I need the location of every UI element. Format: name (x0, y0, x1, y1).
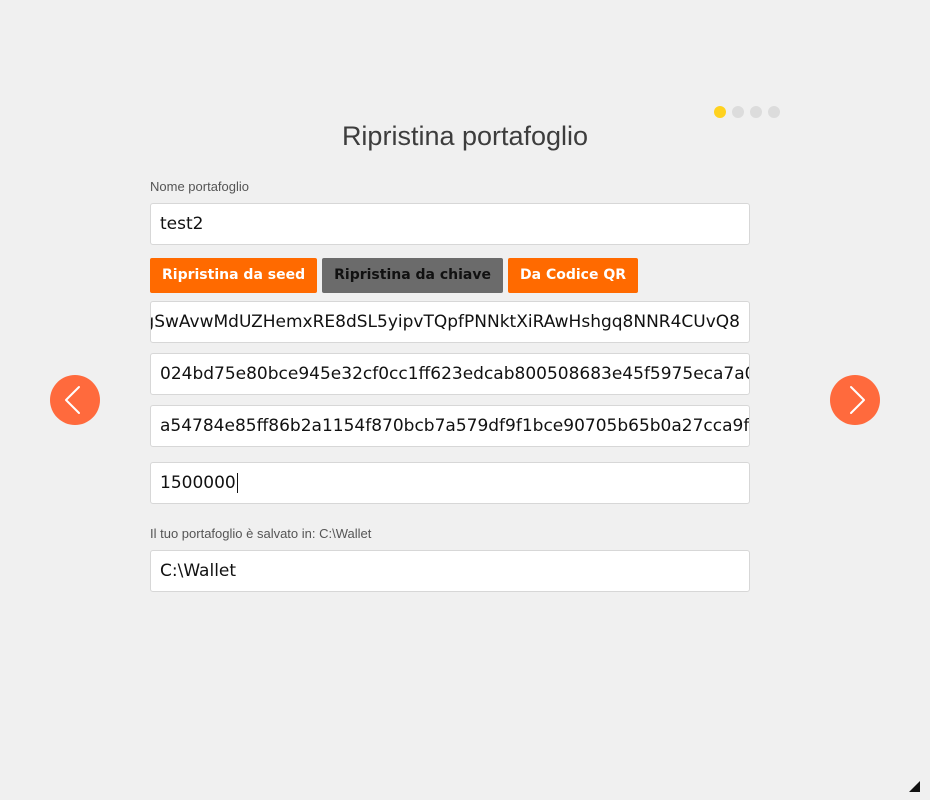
save-location-value: C:\Wallet (160, 561, 237, 581)
restore-height-value: 1500000 (160, 473, 236, 493)
restore-wallet-page: Ripristina portafoglio Nome portafoglio … (0, 0, 930, 800)
restore-from-qr-button[interactable]: Da Codice QR (508, 258, 639, 293)
save-location-label: Il tuo portafoglio è salvato in: C:\Wall… (150, 526, 372, 541)
page-title: Ripristina portafoglio (341, 121, 589, 151)
wallet-name-label: Nome portafoglio (150, 179, 249, 194)
next-page-button[interactable] (830, 375, 880, 425)
address-input[interactable]: 3gSwAvwMdUZHemxRE8dSL5yipvTQpfPNNktXiRAw… (150, 301, 750, 343)
step-dot-1 (714, 106, 726, 118)
prev-page-button[interactable] (50, 375, 100, 425)
text-caret (236, 473, 238, 493)
step-dot-4 (768, 106, 780, 118)
step-indicator (714, 106, 780, 118)
spend-key-value: a54784e85ff86b2a1154f870bcb7a579df9f1bce… (160, 416, 750, 436)
chevron-left-icon (65, 386, 80, 414)
save-location-input[interactable]: C:\Wallet (150, 550, 750, 592)
step-dot-3 (750, 106, 762, 118)
restore-height-input[interactable]: 1500000 (150, 462, 750, 504)
restore-from-key-button[interactable]: Ripristina da chiave (322, 258, 504, 293)
view-key-value: 024bd75e80bce945e32cf0cc1ff623edcab80050… (160, 364, 750, 384)
chevron-right-icon (850, 386, 865, 414)
spend-key-input[interactable]: a54784e85ff86b2a1154f870bcb7a579df9f1bce… (150, 405, 750, 447)
address-value: 3gSwAvwMdUZHemxRE8dSL5yipvTQpfPNNktXiRAw… (150, 312, 740, 332)
step-dot-2 (732, 106, 744, 118)
wallet-name-input[interactable]: test2 (150, 203, 750, 245)
resize-grip-icon[interactable] (909, 781, 920, 792)
restore-from-seed-button[interactable]: Ripristina da seed (150, 258, 318, 293)
view-key-input[interactable]: 024bd75e80bce945e32cf0cc1ff623edcab80050… (150, 353, 750, 395)
wallet-name-value: test2 (160, 214, 204, 234)
restore-method-tabs: Ripristina da seed Ripristina da chiave … (150, 258, 639, 293)
